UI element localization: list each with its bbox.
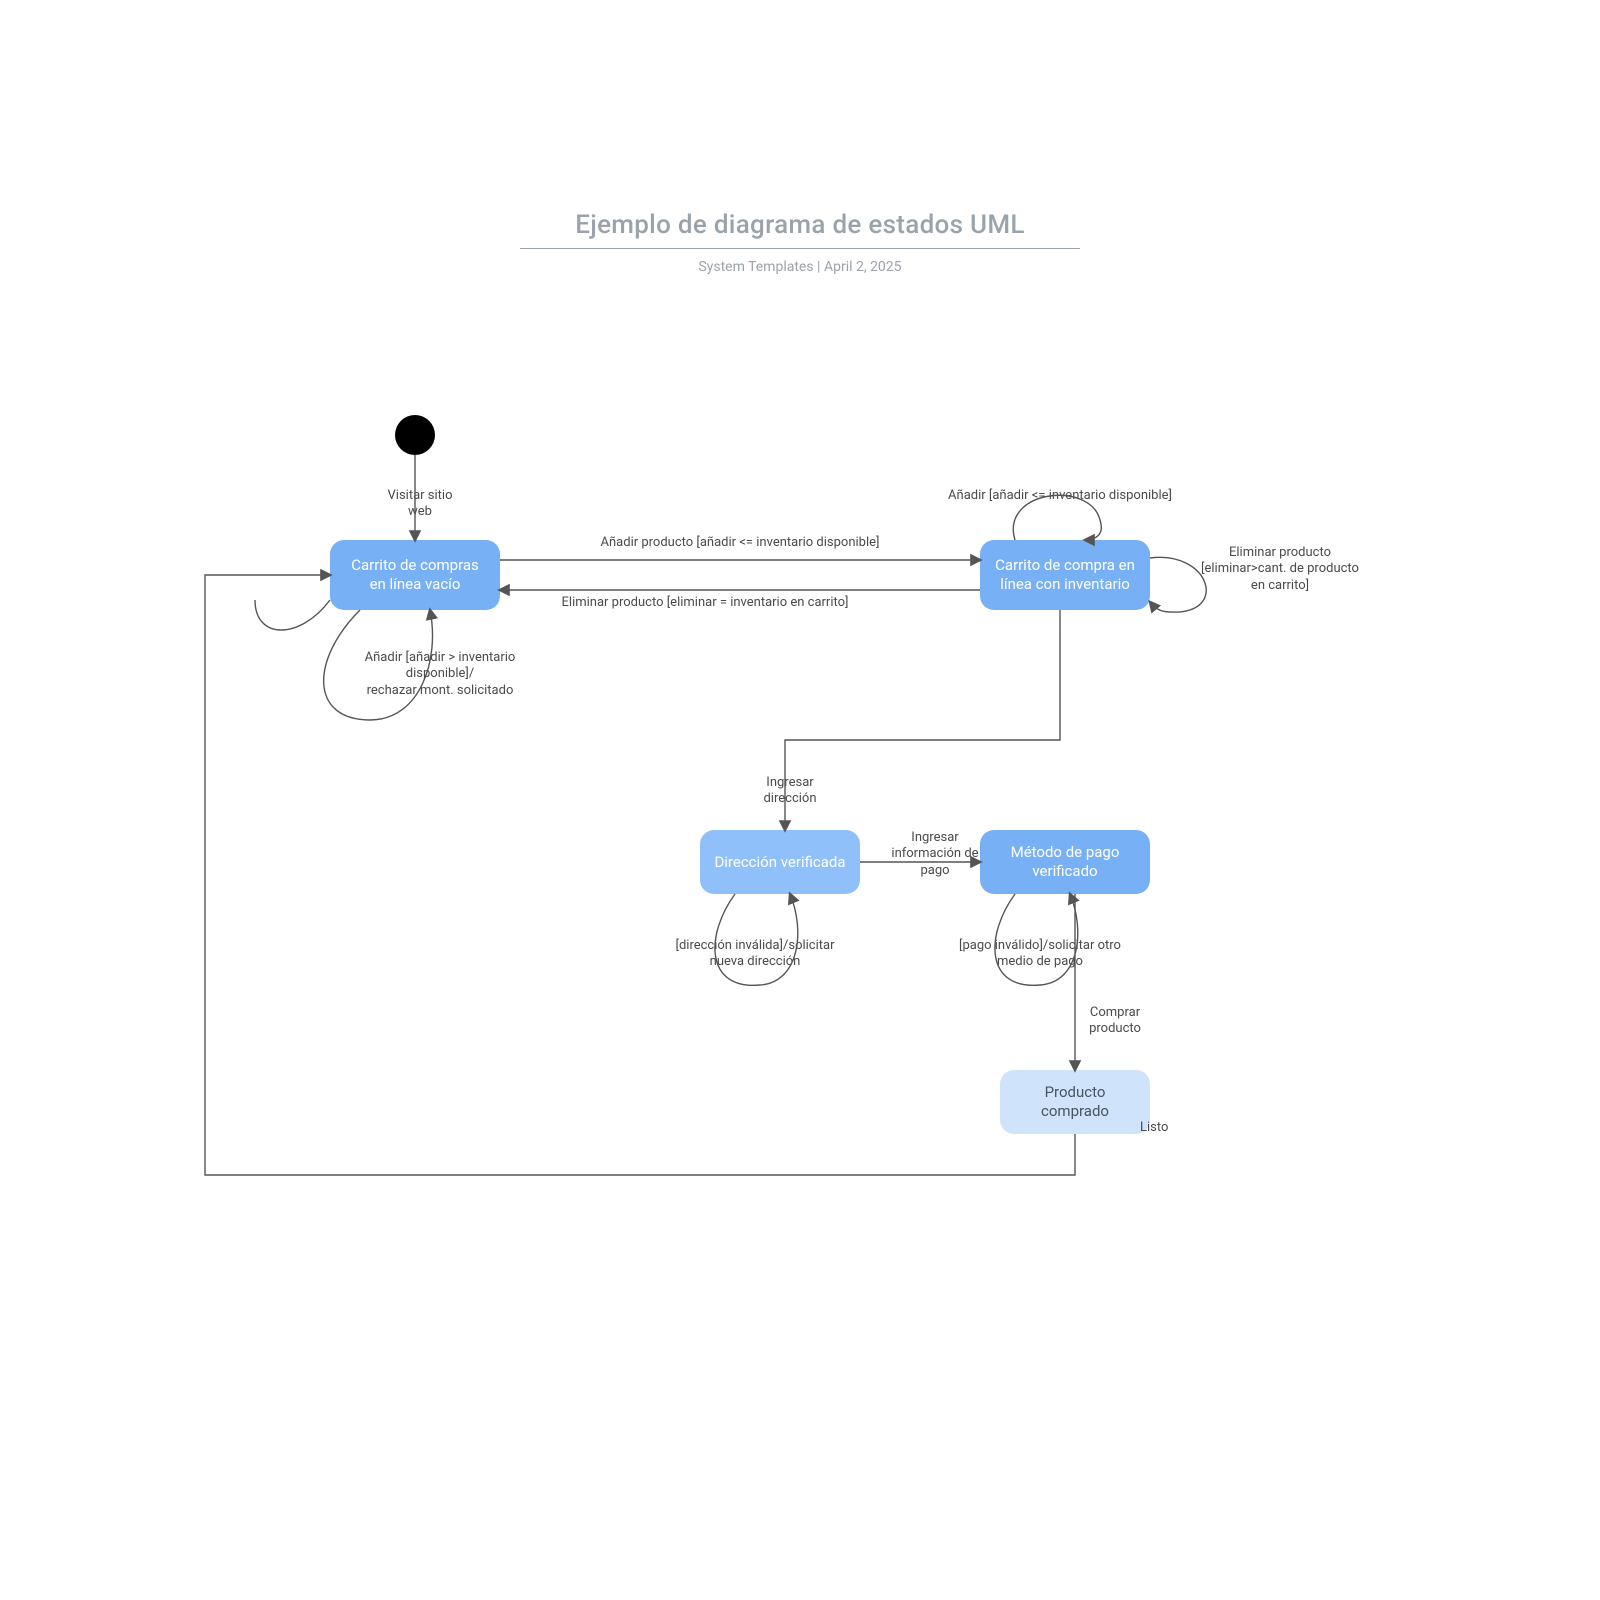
label-done: Listo — [1140, 1120, 1200, 1136]
meta-date: April 2, 2025 — [824, 259, 902, 275]
label-remove-equal: Eliminar producto [eliminar = inventario… — [555, 595, 855, 611]
label-add-product: Añadir producto [añadir <= inventario di… — [590, 535, 890, 551]
label-buy-product: Comprar producto — [1070, 1005, 1160, 1038]
state-empty-cart: Carrito de compras en línea vacío — [330, 540, 500, 610]
initial-state-node — [395, 415, 435, 455]
label-self-add-inventory: Añadir [añadir <= inventario disponible] — [940, 488, 1180, 504]
header: Ejemplo de diagrama de estados UML Syste… — [0, 210, 1600, 275]
meta-separator: | — [814, 259, 824, 275]
state-cart-with-inventory: Carrito de compra en línea con inventari… — [980, 540, 1150, 610]
label-address-invalid: [dirección inválida]/solicitar nueva dir… — [665, 938, 845, 971]
label-visit-site: Visitar sitio web — [380, 488, 460, 521]
diagram-meta: System Templates | April 2, 2025 — [0, 259, 1600, 275]
label-add-reject: Añadir [añadir > inventario disponible]/… — [330, 650, 550, 699]
label-remove-gt: Eliminar producto [eliminar>cant. de pro… — [1195, 545, 1365, 594]
diagram-canvas: Ejemplo de diagrama de estados UML Syste… — [0, 0, 1600, 1600]
state-product-purchased: Producto comprado — [1000, 1070, 1150, 1134]
label-payment-invalid: [pago inválido]/solicitar otro medio de … — [955, 938, 1125, 971]
meta-author: System Templates — [698, 259, 813, 275]
state-address-verified: Dirección verificada — [700, 830, 860, 894]
diagram-title: Ejemplo de diagrama de estados UML — [0, 210, 1600, 240]
label-enter-address: Ingresar dirección — [740, 775, 840, 808]
state-payment-verified: Método de pago verificado — [980, 830, 1150, 894]
title-underline — [520, 248, 1080, 249]
label-enter-payment: Ingresar información de pago — [880, 830, 990, 879]
